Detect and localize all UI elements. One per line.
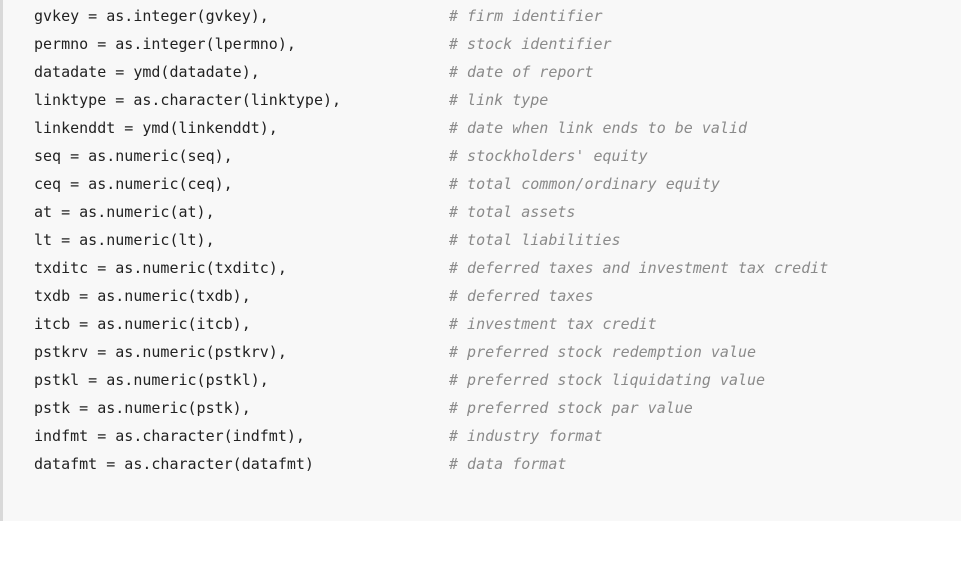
code-comment: # link type [449, 91, 549, 109]
code-comment: # total common/ordinary equity [449, 175, 720, 193]
code-comment: # preferred stock par value [449, 399, 693, 417]
code-comment: # firm identifier [449, 7, 603, 25]
code-statement: pstk = as.numeric(pstk), [34, 399, 251, 417]
code-line: ceq = as.numeric(ceq), # total common/or… [3, 170, 961, 198]
code-statement: linktype = as.character(linktype), [34, 91, 342, 109]
code-line: permno = as.integer(lpermno), # stock id… [3, 30, 961, 58]
code-statement: txdb = as.numeric(txdb), [34, 287, 251, 305]
code-comment: # date of report [449, 63, 594, 81]
code-comment: # preferred stock liquidating value [449, 371, 766, 389]
code-line: pstkl = as.numeric(pstkl), # preferred s… [3, 366, 961, 394]
code-line: linkenddt = ymd(linkenddt), # date when … [3, 114, 961, 142]
code-statement: permno = as.integer(lpermno), [34, 35, 296, 53]
code-statement: linkenddt = ymd(linkenddt), [34, 119, 278, 137]
code-comment: # preferred stock redemption value [449, 343, 757, 361]
code-statement: at = as.numeric(at), [34, 203, 215, 221]
code-line: indfmt = as.character(indfmt), # industr… [3, 422, 961, 450]
code-comment: # stockholders' equity [449, 147, 648, 165]
code-line: at = as.numeric(at), # total assets [3, 198, 961, 226]
code-comment: # deferred taxes [449, 287, 594, 305]
code-statement: pstkrv = as.numeric(pstkrv), [34, 343, 287, 361]
code-line: datafmt = as.character(datafmt) # data f… [3, 450, 961, 478]
code-comment: # investment tax credit [449, 315, 657, 333]
code-line: lt = as.numeric(lt), # total liabilities [3, 226, 961, 254]
code-line: pstkrv = as.numeric(pstkrv), # preferred… [3, 338, 961, 366]
code-line: txditc = as.numeric(txditc), # deferred … [3, 254, 961, 282]
code-statement: lt = as.numeric(lt), [34, 231, 215, 249]
code-comment: # stock identifier [449, 35, 612, 53]
code-statement: pstkl = as.numeric(pstkl), [34, 371, 269, 389]
code-comment: # total assets [449, 203, 576, 221]
code-comment: # deferred taxes and investment tax cred… [449, 259, 829, 277]
code-statement: indfmt = as.character(indfmt), [34, 427, 305, 445]
code-line: seq = as.numeric(seq), # stockholders' e… [3, 142, 961, 170]
code-statement: itcb = as.numeric(itcb), [34, 315, 251, 333]
code-statement: datadate = ymd(datadate), [34, 63, 260, 81]
code-statement: ceq = as.numeric(ceq), [34, 175, 233, 193]
code-statement: gvkey = as.integer(gvkey), [34, 7, 269, 25]
code-comment: # industry format [449, 427, 603, 445]
code-comment: # data format [449, 455, 567, 473]
code-line: itcb = as.numeric(itcb), # investment ta… [3, 310, 961, 338]
code-line: gvkey = as.integer(gvkey), # firm identi… [3, 2, 961, 30]
code-line: datadate = ymd(datadate), # date of repo… [3, 58, 961, 86]
code-comment: # date when link ends to be valid [449, 119, 748, 137]
code-comment: # total liabilities [449, 231, 621, 249]
code-block: gvkey = as.integer(gvkey), # firm identi… [0, 0, 961, 521]
code-line: linktype = as.character(linktype), # lin… [3, 86, 961, 114]
code-statement: datafmt = as.character(datafmt) [34, 455, 314, 473]
code-statement: txditc = as.numeric(txditc), [34, 259, 287, 277]
code-line: pstk = as.numeric(pstk), # preferred sto… [3, 394, 961, 422]
code-line: txdb = as.numeric(txdb), # deferred taxe… [3, 282, 961, 310]
code-statement: seq = as.numeric(seq), [34, 147, 233, 165]
